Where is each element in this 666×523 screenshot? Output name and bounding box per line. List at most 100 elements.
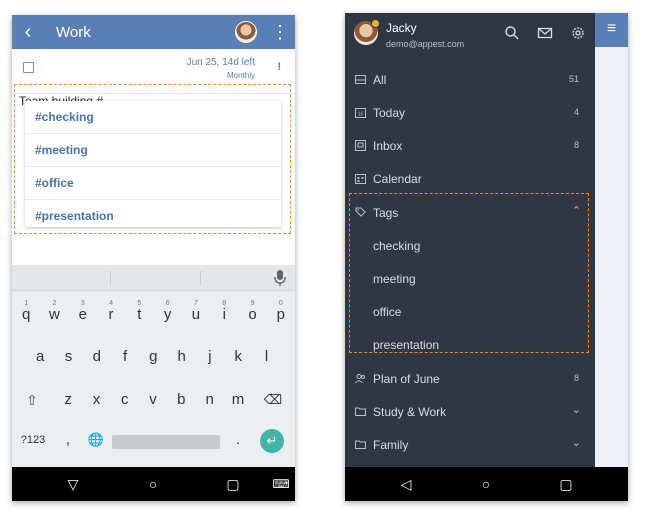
menu-item-plan-of-june[interactable]: Plan of June 8 <box>345 363 595 396</box>
key-j[interactable]: j <box>196 340 224 374</box>
nav-recents-icon[interactable]: ▢ <box>551 467 581 501</box>
avatar[interactable] <box>235 21 257 43</box>
tag-suggestion[interactable]: #presentation <box>25 200 281 233</box>
menu-item-tag-presentation[interactable]: presentation <box>345 329 595 362</box>
gear-icon[interactable] <box>570 25 586 41</box>
key-hint: 4 <box>109 300 113 307</box>
key-hint: 1 <box>24 300 29 307</box>
menu-item-inbox[interactable]: Inbox 8 <box>345 130 595 163</box>
key-t[interactable]: 5t <box>125 298 153 332</box>
menu-label: Tags <box>373 206 399 220</box>
suggestion-strip <box>12 265 295 291</box>
user-email: demo@appest.com <box>386 39 465 49</box>
hamburger-menu-icon[interactable]: ≡ <box>595 13 628 47</box>
backspace-key[interactable]: ⌫ <box>258 383 288 417</box>
key-a[interactable]: a <box>26 340 54 374</box>
key-hint: 0 <box>278 300 283 307</box>
navigation-drawer: Jacky demo@appest.com All 51 16 Today 4 … <box>345 13 595 467</box>
tag-suggestion[interactable]: #office <box>25 167 281 200</box>
key-l[interactable]: l <box>252 340 280 374</box>
premium-badge-icon <box>371 19 380 28</box>
key-hint: 9 <box>250 300 255 307</box>
menu-label: checking <box>373 239 421 253</box>
keyboard-row-4: ?123 , 🌐 . ↵ <box>12 423 295 457</box>
key-o[interactable]: 9o <box>238 298 266 332</box>
key-b[interactable]: b <box>167 383 195 417</box>
menu-item-tag-office[interactable]: office <box>345 296 595 329</box>
menu-item-tags[interactable]: Tags ⌃ <box>345 197 595 230</box>
enter-key[interactable]: ↵ <box>260 429 284 453</box>
more-vert-icon[interactable]: ⋮ <box>271 15 289 49</box>
back-arrow-icon[interactable]: ‹ <box>12 15 44 49</box>
priority-icon[interactable]: ! <box>277 61 281 73</box>
key-r[interactable]: 4r <box>97 298 125 332</box>
nav-back-icon[interactable]: ▽ <box>58 467 88 501</box>
calendar-grid-icon <box>355 174 366 184</box>
key-label: u <box>191 306 201 323</box>
right-phone-screen: ≡ Jacky demo@appest.com All 51 16 Today … <box>345 13 628 501</box>
chevron-down-icon[interactable]: ⌄ <box>572 403 581 416</box>
microphone-icon[interactable] <box>273 269 287 287</box>
key-p[interactable]: 0p <box>267 298 295 332</box>
menu-label: All <box>373 73 387 87</box>
key-i[interactable]: 8i <box>210 298 238 332</box>
mail-icon[interactable] <box>537 25 553 41</box>
keyboard-row-2: asdfghjkl <box>12 340 295 374</box>
system-nav-bar: ▽ ○ ▢ ⌨ <box>12 467 295 501</box>
tag-suggestion[interactable]: #meeting <box>25 134 281 167</box>
key-y[interactable]: 6y <box>154 298 182 332</box>
key-f[interactable]: f <box>111 340 139 374</box>
due-date[interactable]: Jun 25, 14d left <box>187 57 255 68</box>
key-hint: 2 <box>52 300 57 307</box>
menu-item-tag-checking[interactable]: checking <box>345 230 595 263</box>
key-label: e <box>78 306 87 323</box>
chevron-up-icon[interactable]: ⌃ <box>572 204 581 217</box>
key-q[interactable]: 1q <box>12 298 40 332</box>
key-e[interactable]: 3e <box>69 298 97 332</box>
key-k[interactable]: k <box>224 340 252 374</box>
key-v[interactable]: v <box>139 383 167 417</box>
globe-icon[interactable]: 🌐 <box>84 423 108 457</box>
task-checkbox[interactable] <box>23 62 34 73</box>
nav-home-icon[interactable]: ○ <box>138 467 168 501</box>
keyboard-switch-icon[interactable]: ⌨ <box>266 467 295 501</box>
menu-item-study-work[interactable]: Study & Work ⌄ <box>345 396 595 429</box>
key-w[interactable]: 2w <box>40 298 68 332</box>
key-h[interactable]: h <box>168 340 196 374</box>
nav-back-icon[interactable]: ◁ <box>391 467 421 501</box>
chevron-down-icon[interactable]: ⌄ <box>572 436 581 449</box>
menu-label: Calendar <box>373 172 422 186</box>
comma-key[interactable]: , <box>56 423 80 457</box>
menu-item-calendar[interactable]: Calendar <box>345 163 595 196</box>
menu-item-all[interactable]: All 51 <box>345 64 595 97</box>
menu-label: Study & Work <box>373 405 447 419</box>
inbox-icon <box>355 140 366 151</box>
key-d[interactable]: d <box>83 340 111 374</box>
repeat-label[interactable]: Monthly <box>227 71 255 80</box>
menu-count: 4 <box>573 107 579 117</box>
folder-icon <box>355 407 366 416</box>
key-u[interactable]: 7u <box>182 298 210 332</box>
key-m[interactable]: m <box>224 383 252 417</box>
space-key[interactable] <box>112 435 220 449</box>
menu-item-today[interactable]: 16 Today 4 <box>345 97 595 130</box>
period-key[interactable]: . <box>226 423 250 457</box>
svg-text:16: 16 <box>358 112 364 118</box>
key-z[interactable]: z <box>54 383 82 417</box>
search-icon[interactable] <box>504 25 520 41</box>
key-c[interactable]: c <box>111 383 139 417</box>
key-g[interactable]: g <box>139 340 167 374</box>
key-n[interactable]: n <box>196 383 224 417</box>
menu-item-tag-meeting[interactable]: meeting <box>345 263 595 296</box>
left-phone-screen: ‹ Work ⋮ Jun 25, 14d left Monthly ! Team… <box>12 15 295 501</box>
key-x[interactable]: x <box>82 383 110 417</box>
shift-key[interactable]: ⇧ <box>17 383 47 417</box>
nav-recents-icon[interactable]: ▢ <box>218 467 248 501</box>
tag-suggestion[interactable]: #checking <box>25 101 281 134</box>
key-s[interactable]: s <box>54 340 82 374</box>
symbols-key[interactable]: ?123 <box>16 423 50 457</box>
menu-item-family[interactable]: Family ⌄ <box>345 429 595 462</box>
profile-header[interactable]: Jacky demo@appest.com <box>345 13 595 57</box>
nav-home-icon[interactable]: ○ <box>471 467 501 501</box>
key-label: t <box>137 306 142 323</box>
